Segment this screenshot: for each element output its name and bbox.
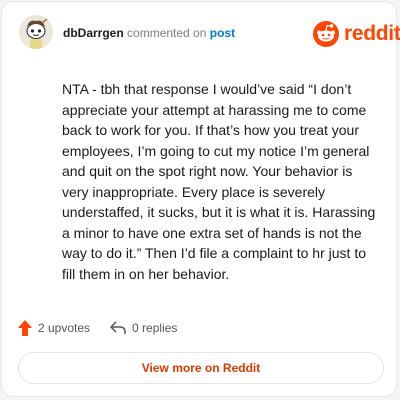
avatar[interactable] [19,15,53,49]
upvote-arrow-icon [18,320,32,336]
comment-stats: 2 upvotes 0 replies [18,318,177,338]
comment-card: dbDarrgen commented on post reddit NTA -… [1,1,400,397]
upvotes-stat[interactable]: 2 upvotes [18,320,90,336]
replies-count: 0 replies [132,321,178,335]
comment-action-text: commented on [127,26,207,40]
upvotes-count: 2 upvotes [38,321,91,335]
snoo-avatar-icon [19,15,53,49]
brand-name: reddit [344,22,400,45]
post-link[interactable]: post [210,26,235,40]
reply-arrow-icon [110,321,126,334]
replies-stat[interactable]: 0 replies [110,321,177,335]
view-more-button[interactable]: View more on Reddit [18,352,384,384]
comment-header: dbDarrgen commented on post [63,26,235,40]
reddit-logo-icon [313,21,339,47]
reddit-brand[interactable]: reddit [313,21,400,47]
comment-body: NTA - tbh that response I would’ve said … [62,81,376,282]
username-link[interactable]: dbDarrgen [63,26,124,40]
